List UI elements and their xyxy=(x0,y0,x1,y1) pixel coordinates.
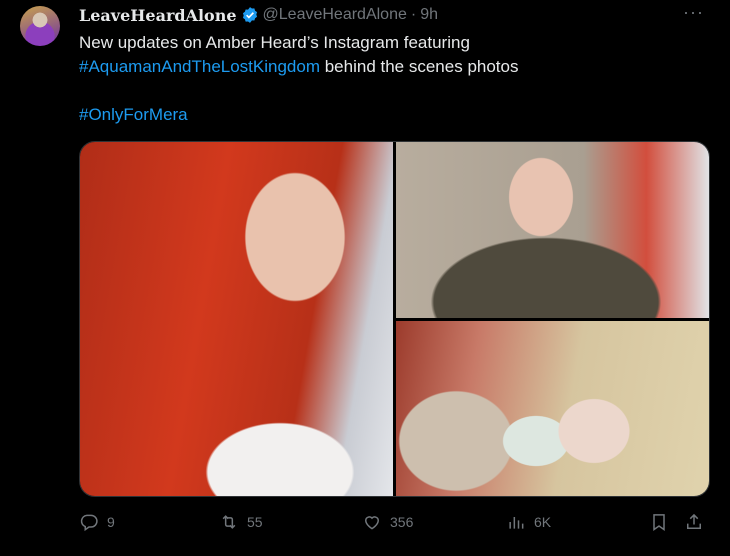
tweet[interactable]: LeaveHeardAlone @LeaveHeardAlone · 9h ··… xyxy=(0,0,730,556)
reply-button[interactable]: 9 xyxy=(79,508,115,536)
share-icon xyxy=(687,513,701,529)
verified-badge-icon xyxy=(242,7,257,23)
handle[interactable]: @LeaveHeardAlone xyxy=(263,6,407,24)
retweet-icon xyxy=(222,515,236,529)
avatar[interactable] xyxy=(20,6,60,46)
more-horizontal-icon[interactable]: ··· xyxy=(683,2,704,23)
views-button[interactable]: 6K xyxy=(506,508,551,536)
tweet-text-line-1: New updates on Amber Heard’s Instagram f… xyxy=(79,33,470,52)
hashtag-aquaman[interactable]: #AquamanAndTheLostKingdom xyxy=(79,57,320,76)
retweet-count: 55 xyxy=(247,514,263,530)
display-name[interactable]: LeaveHeardAlone xyxy=(79,6,237,25)
tweet-text-rest: behind the scenes photos xyxy=(320,57,519,76)
text-gap xyxy=(79,79,709,103)
views-count: 6K xyxy=(534,514,552,530)
retweet-button[interactable]: 55 xyxy=(219,508,263,536)
bookmark-button[interactable] xyxy=(649,508,669,536)
reply-icon xyxy=(80,514,98,532)
media-grid xyxy=(79,141,710,497)
bookmark-icon xyxy=(653,514,665,531)
action-bar: 9 55 356 6K xyxy=(79,508,709,536)
tweet-text-line-2: #AquamanAndTheLostKingdom behind the sce… xyxy=(79,55,709,79)
tweet-text: New updates on Amber Heard’s Instagram f… xyxy=(79,31,709,127)
photo-red-hair-selfie[interactable] xyxy=(80,142,393,496)
tweet-header: LeaveHeardAlone @LeaveHeardAlone · 9h xyxy=(79,5,438,25)
hashtag-onlyformera[interactable]: #OnlyForMera xyxy=(79,103,709,127)
share-button[interactable] xyxy=(684,508,704,536)
reply-count: 9 xyxy=(107,514,115,530)
like-count: 356 xyxy=(390,514,414,530)
photo-feeding-baby[interactable] xyxy=(396,321,709,496)
separator-dot: · xyxy=(410,6,417,23)
views-chart-icon xyxy=(509,517,524,529)
like-button[interactable]: 356 xyxy=(362,508,413,536)
timestamp[interactable]: 9h xyxy=(420,6,438,24)
photo-car-selfie[interactable] xyxy=(396,142,709,318)
heart-icon xyxy=(364,516,380,530)
